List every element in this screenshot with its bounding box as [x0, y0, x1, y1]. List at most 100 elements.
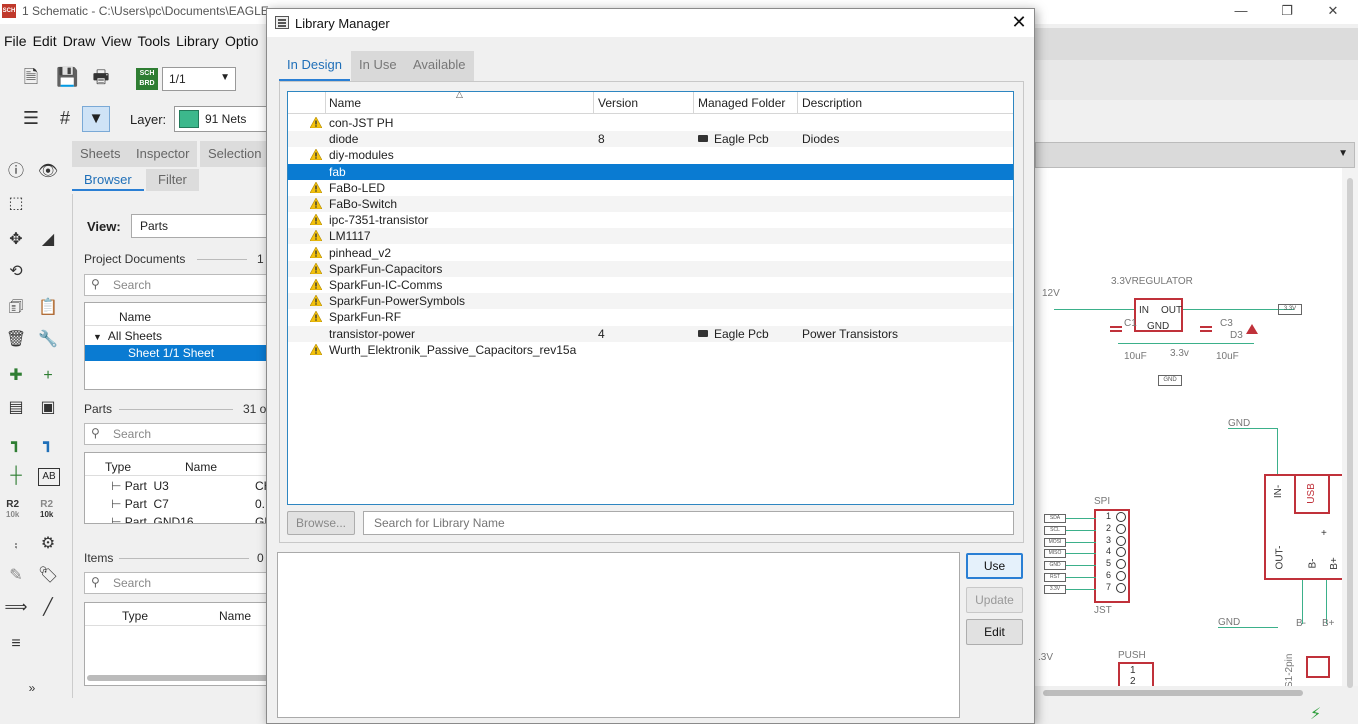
project-search-input[interactable]: ⚲ Search: [84, 274, 271, 296]
rotate-icon[interactable]: ⟲: [4, 260, 28, 284]
pinswap-icon[interactable]: ✎: [4, 564, 28, 588]
library-row[interactable]: LM1117: [288, 228, 1013, 245]
menu-view[interactable]: View: [101, 30, 131, 49]
attribute-icon[interactable]: ⨾: [4, 532, 28, 556]
copy-icon[interactable]: 🗊: [4, 296, 28, 320]
library-row[interactable]: SparkFun-IC-Comms: [288, 277, 1013, 293]
table-row[interactable]: ⊢ Part U3 CH: [111, 479, 270, 493]
split-icon[interactable]: ⟹: [4, 596, 28, 620]
column-managed-folder[interactable]: Managed Folder: [698, 96, 785, 110]
new-file-icon[interactable]: 🗎: [20, 67, 42, 89]
browse-button[interactable]: Browse...: [287, 511, 355, 535]
horizontal-scrollbar[interactable]: [87, 675, 270, 681]
table-row[interactable]: ⊢ Part C7 0.: [111, 497, 265, 511]
chevron-down-icon[interactable]: ▼: [1338, 148, 1348, 159]
push-button-symbol[interactable]: 1 2: [1118, 662, 1154, 687]
library-row[interactable]: diy-modules: [288, 147, 1013, 163]
column-name[interactable]: Name: [329, 96, 361, 110]
move-icon[interactable]: ✥: [4, 228, 28, 252]
tab-in-use[interactable]: In Use: [351, 51, 405, 81]
close-icon[interactable]: ✕: [1007, 12, 1031, 34]
label-icon[interactable]: AB: [38, 468, 60, 486]
save-icon[interactable]: 💾: [56, 67, 78, 89]
update-button[interactable]: Update: [966, 587, 1023, 613]
column-version[interactable]: Version: [598, 96, 638, 110]
gate-icon[interactable]: ▣: [36, 396, 60, 420]
menu-draw[interactable]: Draw: [63, 30, 96, 49]
tab-available[interactable]: Available: [405, 51, 474, 81]
items-search-input[interactable]: ⚲ Search: [84, 572, 271, 594]
library-row[interactable]: Wurth_Elektronik_Passive_Capacitors_rev1…: [288, 342, 1013, 358]
sch-brd-switch-icon[interactable]: SCH BRD: [136, 68, 158, 90]
paste-icon[interactable]: 📋: [36, 296, 60, 320]
more-tools-chevron-icon[interactable]: »: [20, 676, 44, 700]
menu-file[interactable]: File: [4, 30, 27, 49]
library-row[interactable]: SparkFun-PowerSymbols: [288, 293, 1013, 310]
library-row[interactable]: FaBo-Switch: [288, 196, 1013, 212]
name-icon[interactable]: R2 10k: [6, 500, 19, 520]
mirror-icon[interactable]: ◢: [36, 228, 60, 252]
library-row[interactable]: con-JST PH: [288, 115, 1013, 131]
delete-icon[interactable]: 🗑: [4, 328, 28, 352]
tab-inspector[interactable]: Inspector: [128, 141, 198, 167]
line-icon[interactable]: ╱: [36, 596, 60, 620]
smash-icon[interactable]: ⚙: [36, 532, 60, 556]
grid-icon[interactable]: #: [54, 108, 76, 130]
lightning-status-icon[interactable]: ⚡: [1310, 704, 1321, 724]
info-icon[interactable]: ⓘ: [4, 160, 28, 184]
maximize-icon[interactable]: ❐: [1264, 0, 1310, 24]
menu-options[interactable]: Optio: [225, 30, 258, 49]
subtab-browser[interactable]: Browser: [72, 169, 144, 191]
library-row[interactable]: diode 8 Eagle Pcb Diodes: [288, 131, 1013, 148]
menu-library[interactable]: Library: [176, 30, 219, 49]
library-row[interactable]: FaBo-LED: [288, 180, 1013, 196]
canvas-horizontal-scrollbar[interactable]: [1033, 686, 1358, 700]
library-row[interactable]: SparkFun-Capacitors: [288, 260, 1013, 277]
scrollbar-thumb[interactable]: [1043, 690, 1303, 696]
add-pin-icon[interactable]: +: [36, 364, 60, 388]
table-row[interactable]: ⊢ Part GND16GN: [111, 515, 270, 523]
sheet-selector[interactable]: 1/1 ▼: [162, 67, 236, 91]
bus-icon[interactable]: ┓: [36, 432, 60, 456]
schematic-canvas[interactable]: 3.3VREGULATOR 12V IN OUT GND C1 C3 10uF …: [1033, 168, 1358, 688]
regulator-symbol[interactable]: IN OUT GND: [1134, 298, 1183, 332]
add-part-icon[interactable]: ✚: [4, 364, 28, 388]
filter-icon[interactable]: ▼: [82, 106, 110, 132]
library-row[interactable]: ipc-7351-transistor: [288, 212, 1013, 228]
view-selector[interactable]: Parts: [131, 214, 271, 238]
junction-icon[interactable]: ┼: [4, 464, 28, 488]
menu-edit[interactable]: Edit: [33, 30, 57, 49]
command-line-strip[interactable]: ▼: [1035, 142, 1355, 168]
print-icon[interactable]: 🖶: [90, 67, 112, 89]
minimize-icon[interactable]: —: [1218, 0, 1264, 24]
tree-item-all-sheets[interactable]: ▼ All Sheets: [93, 329, 162, 343]
tab-in-design[interactable]: In Design: [279, 51, 350, 81]
align-icon[interactable]: ≡: [4, 632, 28, 656]
library-row[interactable]: fab: [288, 163, 1013, 180]
eye-icon[interactable]: 👁: [36, 160, 60, 184]
tab-selection-filter[interactable]: Selection F: [200, 141, 270, 167]
wrench-icon[interactable]: 🔧: [36, 328, 60, 352]
library-row[interactable]: transistor-power 4 Eagle Pcb Power Transist…: [288, 325, 1013, 342]
canvas-vertical-scrollbar[interactable]: [1342, 168, 1358, 688]
tree-item-sheet-1[interactable]: Sheet 1/1 Sheet: [85, 345, 270, 361]
select-icon[interactable]: ⬚: [4, 192, 28, 216]
column-description[interactable]: Description: [802, 96, 862, 110]
library-row[interactable]: pinhead_v2: [288, 245, 1013, 261]
replace-icon[interactable]: ▤: [4, 396, 28, 420]
library-search-input[interactable]: [363, 511, 1014, 535]
subtab-filter[interactable]: Filter: [146, 169, 199, 191]
use-button[interactable]: Use: [966, 553, 1023, 579]
value-icon[interactable]: R2 10k: [40, 500, 53, 520]
edit-button[interactable]: Edit: [966, 619, 1023, 645]
layer-selector[interactable]: 91 Nets: [174, 106, 270, 132]
layers-icon[interactable]: ☰: [20, 108, 42, 130]
library-row[interactable]: SparkFun-RF: [288, 309, 1013, 325]
tag-icon[interactable]: 🏷: [36, 564, 60, 588]
net-icon[interactable]: ┓: [4, 432, 28, 456]
close-window-icon[interactable]: ✕: [1310, 0, 1356, 24]
parts-search-input[interactable]: ⚲ Search: [84, 423, 271, 445]
scrollbar-thumb[interactable]: [1347, 178, 1353, 688]
menu-tools[interactable]: Tools: [137, 30, 170, 49]
tab-sheets[interactable]: Sheets: [72, 141, 129, 167]
